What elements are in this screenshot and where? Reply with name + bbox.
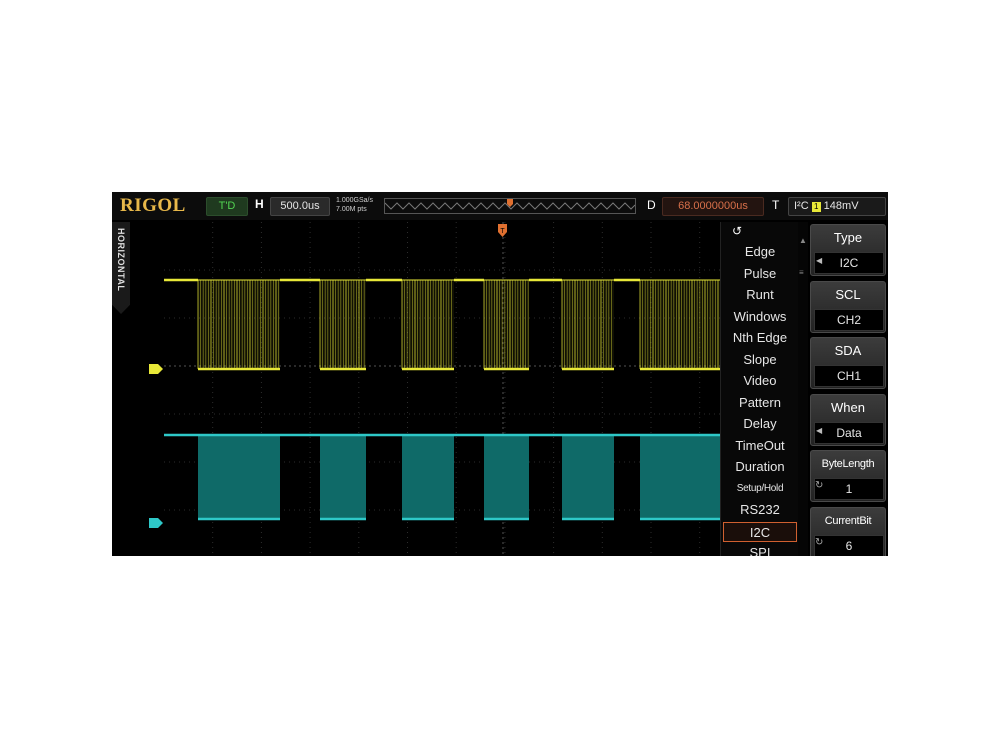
ch2-clock-burst [402,435,454,519]
trigger-menu-item-slope[interactable]: Slope [723,350,797,370]
ch2-ground-marker[interactable] [149,515,163,528]
knob-icon: ↻ [815,480,824,491]
left-arrow-icon: ◀ [816,256,823,265]
softkey-label: ByteLength [821,458,875,470]
sample-rate-readout: 1.000GSa/s 7.00M pts [336,196,373,214]
scroll-indicator-icon: ≡ [799,268,804,277]
ch2-clock-burst [484,435,529,519]
trigger-menu-item-setup-hold[interactable]: Setup/Hold [723,479,797,499]
sample-rate-value: 1.000GSa/s [336,197,373,204]
softkey-scl[interactable]: SCL CH2 [810,280,886,333]
trigger-menu-item-timeout[interactable]: TimeOut [723,436,797,456]
trigger-readout[interactable]: I²C 1 148mV [788,197,886,216]
ch2-clock-burst [320,435,366,519]
trigger-menu-item-rs232[interactable]: RS232 [723,500,797,520]
back-arrow-icon[interactable]: ↺ [732,224,742,238]
brand-logo: RIGOL [120,195,186,216]
trigger-type-menu: ↺ Edge Pulse Runt Windows Nth Edge Slope Video… [720,222,799,556]
waveform-display: T [164,222,720,556]
knob-icon: ↻ [815,536,824,548]
softkey-value: 6 [814,534,884,556]
trigger-menu-item-video[interactable]: Video [723,371,797,391]
softkey-bytelength[interactable]: ByteLength 1 ↻ [810,450,886,502]
trigger-menu-item-edge[interactable]: Edge [723,242,797,262]
softkey-label: CurrentBit [824,514,872,527]
left-arrow-icon: ◀ [816,425,823,435]
status-bar: RIGOL T'D H 500.0us 1.000GSa/s 7.00M pts… [112,192,888,220]
horizontal-tab-label: HORIZONTAL [116,228,126,292]
delay-label: D [647,198,656,212]
trigger-menu-item-duration[interactable]: Duration [723,457,797,477]
trigger-source: I²C [794,200,809,212]
softkey-value: CH2 [814,308,884,331]
ch1-trace [164,278,720,371]
menu-scroll-strip[interactable]: ▲ ≡ [798,222,808,556]
scroll-up-icon: ▲ [799,236,807,245]
ch2-clock-burst [640,435,720,519]
softkey-currentbit[interactable]: CurrentBit 6 ↻ [810,506,886,556]
softkey-value: Data [814,421,884,444]
ch1-burst-area [484,280,529,369]
timebase-readout[interactable]: 500.0us [270,197,330,216]
oscilloscope-screen: RIGOL T'D H 500.0us 1.000GSa/s 7.00M pts… [112,192,888,556]
ch2-trace [164,433,720,521]
trigger-menu-item-runt[interactable]: Runt [723,285,797,305]
softkey-when[interactable]: When Data ◀ [810,393,886,446]
trigger-label: T [772,198,780,212]
memory-bar-graphic [385,199,635,210]
horizontal-label: H [255,197,264,211]
trigger-menu-item-windows[interactable]: Windows [723,307,797,327]
delay-readout[interactable]: 68.0000000us [662,197,764,216]
ch2-clock-burst [562,435,614,519]
softkey-label: SDA [834,343,862,358]
trigger-channel-badge: 1 [811,202,821,212]
softkey-value: I2C [814,252,884,274]
horizontal-tab[interactable]: HORIZONTAL [112,222,130,314]
trigger-menu-item-delay[interactable]: Delay [723,414,797,434]
softkey-value: CH1 [814,365,884,387]
trigger-menu-item-i2c[interactable]: I2C [723,521,797,542]
ch1-burst-area [640,280,720,369]
trigger-marker-glyph: T [500,228,505,235]
trigger-menu-item-spi[interactable]: SPI [723,543,797,556]
memory-depth-value: 7.00M pts [336,206,367,213]
trigger-level: 148mV [823,200,859,212]
softkey-panel: Type I2C ◀ SCL CH2 SDA CH1 When Data ◀ ByteLength 1… [808,222,888,556]
trigger-menu-item-nth-edge[interactable]: Nth Edge [723,328,797,348]
trigger-menu-item-pattern[interactable]: Pattern [723,393,797,413]
memory-position-bar[interactable] [384,198,636,214]
softkey-type[interactable]: Type I2C ◀ [810,224,886,276]
ch2-clock-burst [198,435,280,519]
softkey-label: Type [833,230,863,245]
ch1-burst-area [198,280,280,369]
ch1-ground-marker[interactable] [149,361,163,374]
softkey-label: SCL [835,286,861,302]
softkey-value: 1 [814,478,884,500]
softkey-label: When [831,399,865,415]
softkey-sda[interactable]: SDA CH1 [810,337,886,389]
trigger-menu-item-pulse[interactable]: Pulse [723,264,797,284]
run-status-badge[interactable]: T'D [206,197,248,216]
